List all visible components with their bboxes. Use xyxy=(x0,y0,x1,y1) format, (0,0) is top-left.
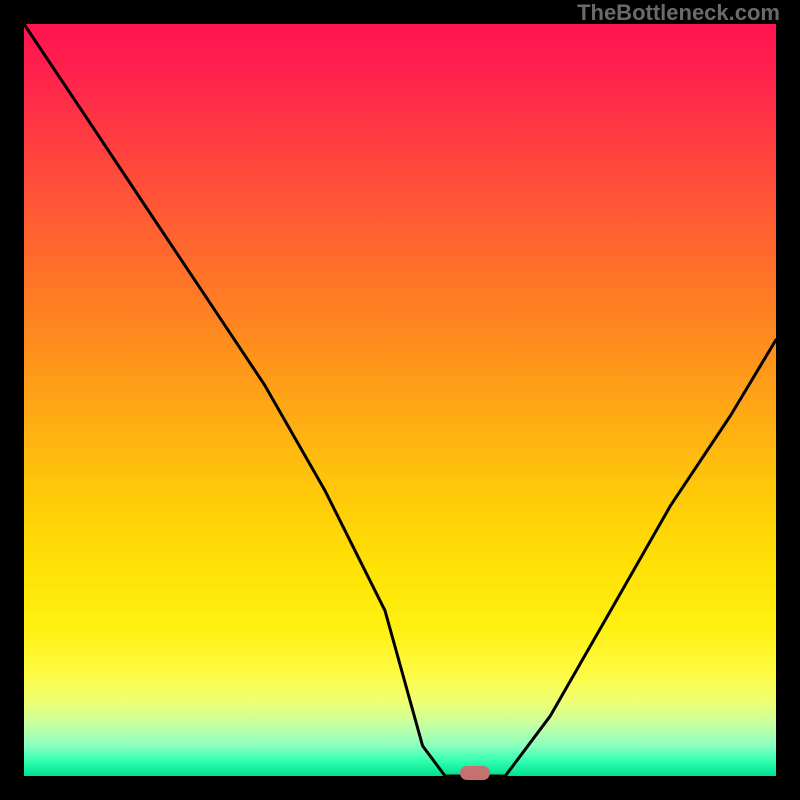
watermark-text: TheBottleneck.com xyxy=(577,0,780,26)
chart-container: TheBottleneck.com xyxy=(0,0,800,800)
optimal-marker xyxy=(460,766,490,780)
curve-svg xyxy=(24,24,776,776)
bottleneck-curve xyxy=(24,24,776,776)
plot-area xyxy=(24,24,776,776)
